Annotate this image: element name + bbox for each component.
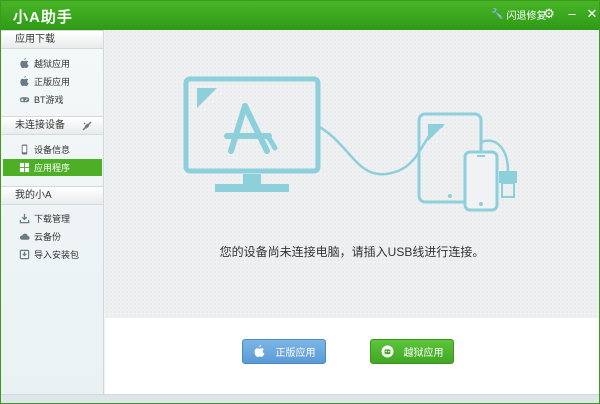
section-header-app-download: 应用下载 — [1, 30, 103, 49]
status-bar — [1, 394, 599, 403]
minimize-icon[interactable]: – — [564, 6, 580, 22]
section-header-device: 未连接设备 — [1, 116, 103, 135]
section-title: 应用下载 — [15, 34, 55, 45]
sidebar-item-label: 越狱应用 — [34, 58, 71, 69]
gamepad-icon — [19, 96, 30, 102]
sidebar-item-download-manager[interactable]: 下载管理 — [19, 210, 99, 226]
sidebar-item-label: 设备信息 — [34, 144, 71, 155]
section-title: 未连接设备 — [15, 120, 65, 131]
connection-message: 您的设备尚未连接电脑，请插入USB线进行连接。 — [219, 245, 485, 259]
apple-icon — [20, 57, 29, 68]
sidebar-item-jailbreak-apps[interactable]: 越狱应用 — [19, 55, 99, 71]
sidebar-item-import-package[interactable]: 导入安装包 — [19, 246, 99, 262]
gear-icon[interactable]: ⚙ — [541, 6, 557, 22]
apple-icon — [20, 75, 29, 86]
sidebar-item-label: 应用程序 — [34, 163, 71, 173]
sidebar: 应用下载 越狱应用 正版应用 BT游戏 未连接设备 设备信息 应用程序 我的小A — [1, 30, 104, 394]
download-icon — [19, 213, 30, 223]
sidebar-item-label: 云备份 — [34, 231, 62, 242]
grid-icon — [19, 162, 30, 173]
disconnected-plug-icon — [82, 121, 92, 131]
official-apps-button[interactable]: 正版应用 — [242, 339, 326, 364]
sidebar-item-applications[interactable]: 应用程序 — [3, 159, 102, 176]
jailbreak-apps-label: 越狱应用 — [403, 348, 444, 359]
flash-repair-button[interactable]: 🔧 闪退修复 — [491, 7, 546, 22]
close-icon[interactable]: ✕ — [584, 6, 600, 22]
device-connection-illustration — [183, 76, 517, 212]
phone-icon — [21, 143, 28, 155]
app-window: 小A助手 🔧 闪退修复 ⚙ – ✕ 应用下载 越狱应用 正版应用 BT游戏 未连… — [0, 0, 600, 404]
cloud-icon — [19, 233, 30, 240]
usb-cable — [317, 124, 444, 176]
sidebar-item-cloud-backup[interactable]: 云备份 — [19, 228, 99, 244]
sidebar-item-label: BT游戏 — [34, 94, 64, 105]
action-bar: 正版应用 越狱应用 — [105, 318, 599, 394]
sidebar-item-label: 导入安装包 — [34, 249, 80, 260]
sidebar-item-label: 下载管理 — [34, 213, 71, 224]
section-header-my-xiaoa: 我的小A — [1, 186, 103, 205]
sidebar-item-device-info[interactable]: 设备信息 — [19, 141, 99, 157]
sidebar-item-label: 正版应用 — [34, 76, 71, 87]
main-content: 您的设备尚未连接电脑，请插入USB线进行连接。 — [105, 30, 599, 318]
phone-icon — [463, 150, 499, 212]
app-store-icon — [224, 103, 278, 154]
sidebar-item-official-apps[interactable]: 正版应用 — [19, 73, 99, 89]
robot-icon — [381, 345, 393, 358]
apple-icon — [254, 345, 264, 357]
title-bar[interactable]: 小A助手 🔧 闪退修复 ⚙ – ✕ — [1, 1, 599, 30]
official-apps-label: 正版应用 — [275, 348, 316, 359]
import-icon — [19, 249, 30, 259]
wrench-icon: 🔧 — [491, 9, 504, 20]
sidebar-item-bt-games[interactable]: BT游戏 — [19, 91, 99, 107]
jailbreak-apps-button[interactable]: 越狱应用 — [370, 339, 454, 364]
app-title: 小A助手 — [13, 9, 73, 26]
section-title: 我的小A — [15, 190, 52, 201]
